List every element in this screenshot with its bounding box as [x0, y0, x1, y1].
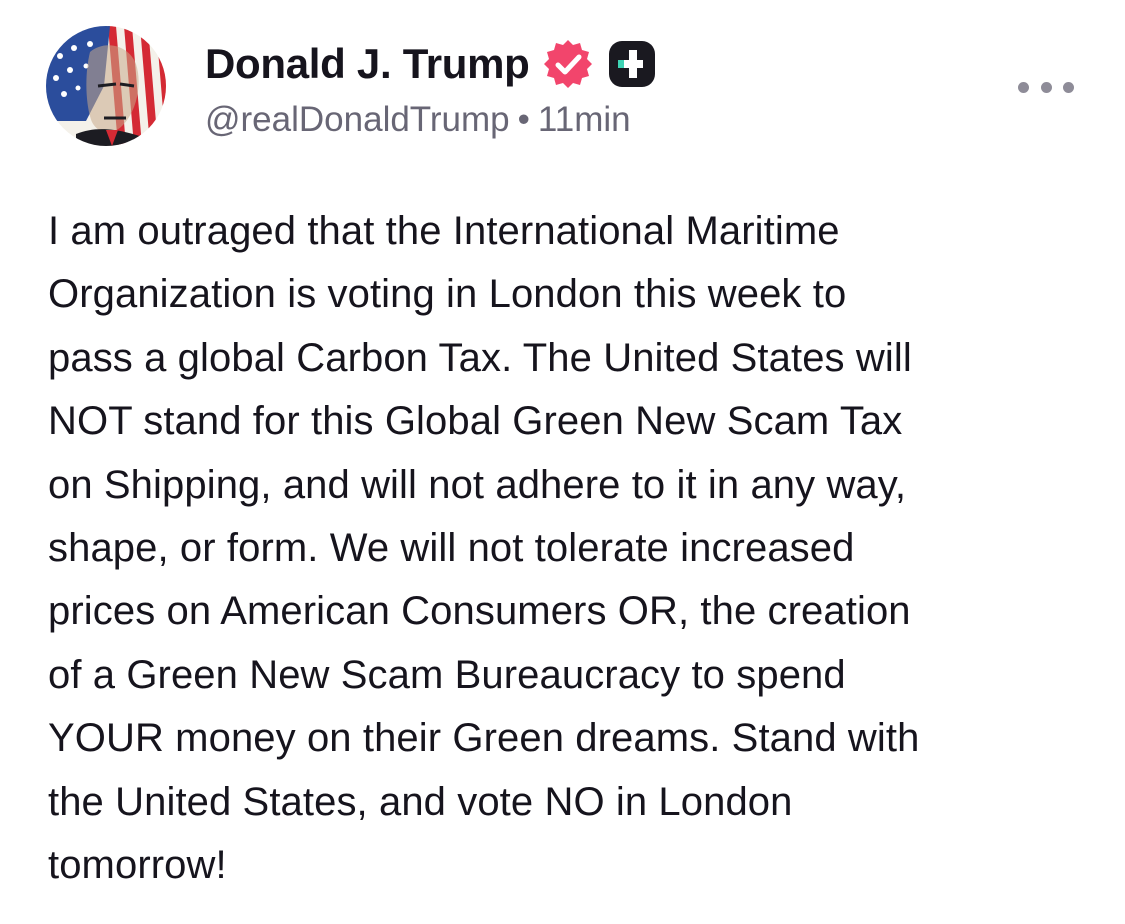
meta-separator: •: [517, 100, 530, 139]
post-card: Donald J. Trump @realDonaldTrump • 11min I…: [0, 0, 1125, 924]
author-name-row: Donald J. Trump: [205, 36, 658, 92]
more-dots-icon: [1063, 81, 1074, 93]
post-text-line: on Shipping, and will not adhere to it i…: [48, 462, 907, 507]
post-text-line: prices on American Consumers OR, the cre…: [48, 589, 911, 634]
post-text: I am outraged that the International Mar…: [48, 200, 1098, 897]
plus-badge-icon: [606, 38, 658, 90]
post-text-line: pass a global Carbon Tax. The United Sta…: [48, 335, 912, 380]
post-text-line: I am outraged that the International Mar…: [48, 209, 840, 253]
avatar-image: [46, 26, 166, 146]
post-text-line: Organization is voting in London this we…: [48, 272, 847, 317]
post-text-line: NOT stand for this Global Green New Scam…: [48, 399, 903, 444]
verified-badge-icon: [542, 38, 594, 90]
post-timestamp[interactable]: 11min: [538, 100, 631, 139]
post-text-line: YOUR money on their Green dreams. Stand …: [48, 716, 920, 761]
author-handle[interactable]: @realDonaldTrump: [205, 100, 510, 139]
post-text-line: the United States, and vote NO in London: [48, 779, 793, 824]
more-dots-icon: [1040, 81, 1052, 93]
post-text-line: of a Green New Scam Bureaucracy to spend: [48, 652, 846, 697]
post-text-line: tomorrow!: [48, 843, 227, 888]
author-display-name[interactable]: Donald J. Trump: [205, 40, 530, 88]
author-avatar[interactable]: [46, 26, 166, 146]
post-text-line: shape, or form. We will not tolerate inc…: [48, 526, 855, 571]
author-meta-row: @realDonaldTrump • 11min: [205, 100, 631, 140]
more-dots-icon: [1018, 81, 1029, 93]
more-options-button[interactable]: [1018, 70, 1074, 104]
